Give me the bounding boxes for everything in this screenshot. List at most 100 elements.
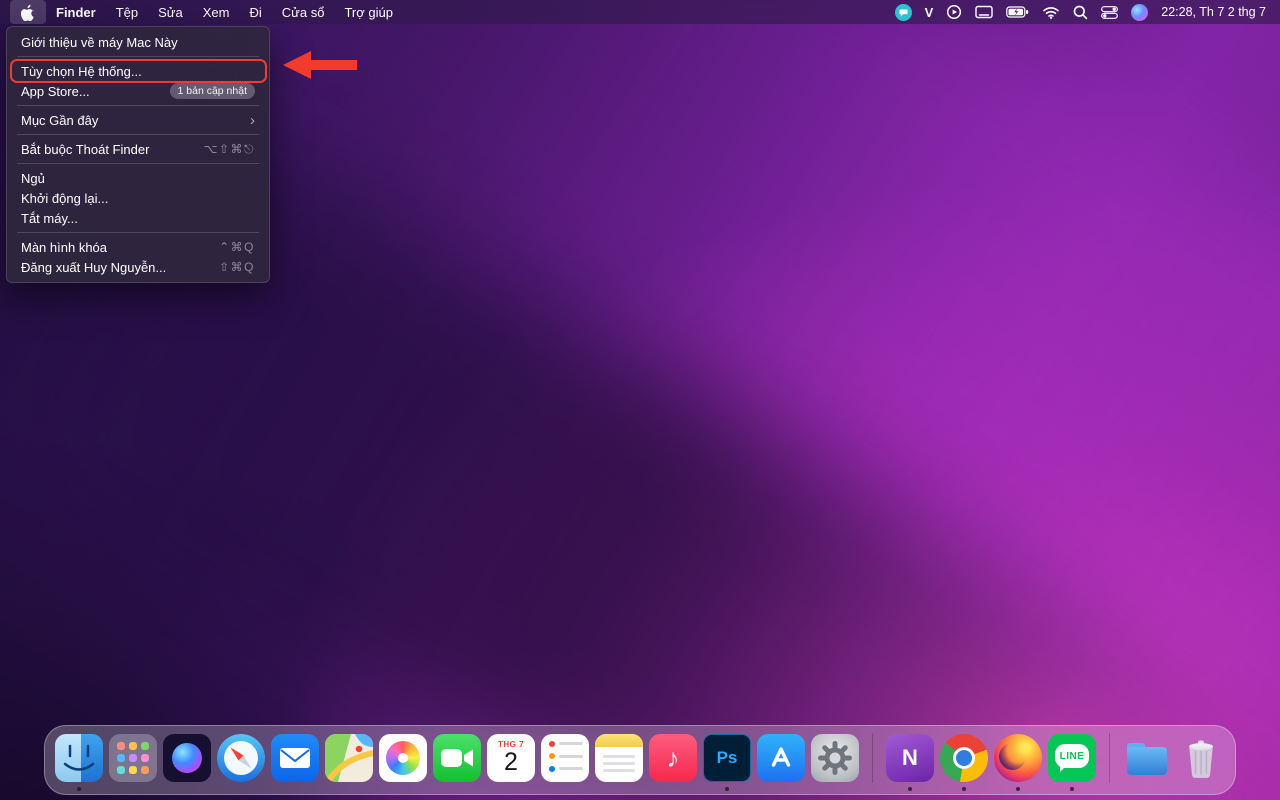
dock-item-photoshop[interactable]: Ps xyxy=(703,734,751,791)
menubar-menu-view[interactable]: Xem xyxy=(193,0,240,24)
menu-item-about-this-mac[interactable]: Giới thiệu về máy Mac Này xyxy=(7,32,269,52)
dock-item-notes[interactable] xyxy=(595,734,643,782)
desktop: Finder Tệp Sửa Xem Đi Cửa sổ Trợ giúp V xyxy=(0,0,1280,800)
siri-icon[interactable] xyxy=(1131,0,1149,24)
dock-separator xyxy=(872,733,873,783)
dock-item-facetime[interactable] xyxy=(433,734,481,782)
menu-item-shut-down[interactable]: Tắt máy... xyxy=(7,208,269,228)
safari-icon xyxy=(217,734,265,782)
system-preferences-icon xyxy=(811,734,859,782)
menu-item-shortcut: ⌃⌘Q xyxy=(219,240,255,254)
dock-item-mail[interactable] xyxy=(271,734,319,782)
onenote-label: N xyxy=(902,745,918,770)
menubar-menu-help[interactable]: Trợ giúp xyxy=(334,0,403,24)
onenote-icon: N xyxy=(886,734,934,782)
launchpad-icon xyxy=(109,734,157,782)
menu-item-lock-screen[interactable]: Màn hình khóa ⌃⌘Q xyxy=(7,237,269,257)
menu-item-label: Khởi động lại... xyxy=(21,190,109,206)
notes-icon xyxy=(595,734,643,782)
menu-bar: Finder Tệp Sửa Xem Đi Cửa sổ Trợ giúp V xyxy=(0,0,1280,24)
folder-icon xyxy=(1123,734,1171,782)
dock-item-folder[interactable] xyxy=(1123,734,1171,782)
dock-item-launchpad[interactable] xyxy=(109,734,157,782)
dock-item-onenote[interactable]: N xyxy=(886,734,934,791)
siri-dock-icon xyxy=(163,734,211,782)
line-icon: LINE xyxy=(1048,734,1096,782)
input-source-indicator[interactable]: V xyxy=(925,0,934,24)
photos-icon xyxy=(379,734,427,782)
menu-item-log-out[interactable]: Đăng xuất Huy Nguyễn... ⇧⌘Q xyxy=(7,257,269,277)
menu-item-label: Giới thiệu về máy Mac Này xyxy=(21,34,178,50)
menubar-clock[interactable]: 22:28, Th 7 2 thg 7 xyxy=(1161,5,1270,19)
menu-item-shortcut: ⇧⌘Q xyxy=(219,260,255,274)
battery-icon[interactable] xyxy=(1006,0,1029,24)
menubar-app-name[interactable]: Finder xyxy=(46,0,106,24)
dock-item-app-store[interactable] xyxy=(757,734,805,782)
running-indicator xyxy=(908,787,912,791)
firefox-icon xyxy=(994,734,1042,782)
menu-item-sleep[interactable]: Ngủ xyxy=(7,168,269,188)
menubar-menu-window[interactable]: Cửa sổ xyxy=(272,0,335,24)
dock-item-reminders[interactable] xyxy=(541,734,589,782)
dock-item-trash[interactable] xyxy=(1177,734,1225,782)
music-icon: ♪ xyxy=(649,734,697,782)
music-note-glyph: ♪ xyxy=(666,742,680,773)
spotlight-icon[interactable] xyxy=(1073,0,1088,24)
dock-item-siri[interactable] xyxy=(163,734,211,782)
running-indicator xyxy=(1016,787,1020,791)
menu-item-label: Ngủ xyxy=(21,170,45,186)
chat-app-icon[interactable] xyxy=(894,0,912,24)
dock-item-photos[interactable] xyxy=(379,734,427,782)
menubar-status-area: V 22:28, Th 7 2 thg 7 xyxy=(894,0,1270,24)
menu-item-force-quit[interactable]: Bắt buộc Thoát Finder ⌥⇧⌘⎋ xyxy=(7,139,269,159)
menu-separator xyxy=(17,134,259,135)
control-center-icon[interactable] xyxy=(1101,0,1119,24)
dock-item-maps[interactable] xyxy=(325,734,373,782)
running-indicator xyxy=(962,787,966,791)
photoshop-label: Ps xyxy=(716,748,738,767)
menu-separator xyxy=(17,56,259,57)
dock: THG 7 2 ♪ Ps N LINE xyxy=(44,725,1236,795)
app-store-icon xyxy=(757,734,805,782)
photoshop-icon: Ps xyxy=(703,734,751,782)
wifi-icon[interactable] xyxy=(1042,0,1060,24)
apple-menu-dropdown: Giới thiệu về máy Mac Này Tùy chọn Hệ th… xyxy=(6,26,270,283)
menu-item-system-preferences[interactable]: Tùy chọn Hệ thống... xyxy=(7,59,269,83)
running-indicator xyxy=(1070,787,1074,791)
dock-item-calendar[interactable]: THG 7 2 xyxy=(487,734,535,782)
facetime-icon xyxy=(433,734,481,782)
dock-item-firefox[interactable] xyxy=(994,734,1042,791)
menu-item-restart[interactable]: Khởi động lại... xyxy=(7,188,269,208)
running-indicator xyxy=(77,787,81,791)
menu-item-label: Bắt buộc Thoát Finder xyxy=(21,141,150,157)
annotation-arrow xyxy=(283,51,357,79)
reminders-icon xyxy=(541,734,589,782)
menu-item-app-store[interactable]: App Store... 1 bản cập nhật xyxy=(7,81,269,101)
apple-icon xyxy=(21,4,34,21)
menu-item-recent-items[interactable]: Mục Gần đây › xyxy=(7,110,269,130)
dock-item-music[interactable]: ♪ xyxy=(649,734,697,782)
menubar-menu-file[interactable]: Tệp xyxy=(106,0,148,24)
dock-item-finder[interactable] xyxy=(55,734,103,791)
menu-item-label: Đăng xuất Huy Nguyễn... xyxy=(21,259,167,275)
apple-menu-button[interactable] xyxy=(10,0,46,24)
dock-item-line[interactable]: LINE xyxy=(1048,734,1096,791)
screen-record-icon[interactable] xyxy=(946,0,962,24)
trash-icon xyxy=(1177,734,1225,782)
menu-item-label: Màn hình khóa xyxy=(21,239,108,255)
menu-item-shortcut: ⌥⇧⌘⎋ xyxy=(203,141,255,156)
dock-item-system-preferences[interactable] xyxy=(811,734,859,782)
calendar-day-label: 2 xyxy=(504,748,518,776)
submenu-chevron-icon: › xyxy=(250,111,255,129)
dock-item-safari[interactable] xyxy=(217,734,265,782)
running-indicator xyxy=(725,787,729,791)
keyboard-icon[interactable] xyxy=(975,0,993,24)
line-label: LINE xyxy=(1055,744,1089,768)
dock-separator xyxy=(1109,733,1110,783)
menubar-menu-edit[interactable]: Sửa xyxy=(148,0,193,24)
menu-item-label: Mục Gần đây xyxy=(21,112,99,128)
menubar-menu-go[interactable]: Đi xyxy=(239,0,271,24)
dock-item-chrome[interactable] xyxy=(940,734,988,791)
maps-icon xyxy=(325,734,373,782)
menu-item-label: Tùy chọn Hệ thống... xyxy=(21,63,142,79)
